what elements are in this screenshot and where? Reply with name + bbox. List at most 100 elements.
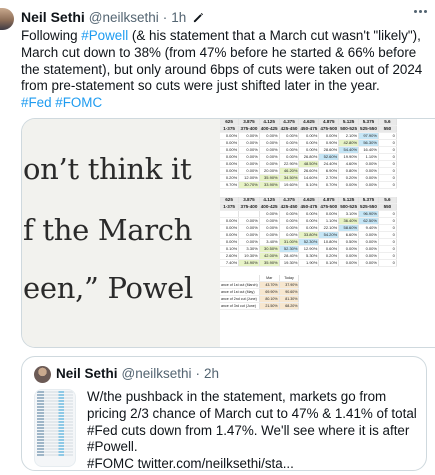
table-cell: 42.00%: [259, 252, 280, 261]
table-row: 0.00% 0.00% 0.00% 0.00% 3.10% 96.90% 0: [220, 210, 397, 219]
table-cell: 4.375: [279, 196, 300, 205]
table-cell: 0.00%: [298, 217, 320, 226]
table-cell: 52.30%: [279, 245, 300, 254]
table-cell: 3.40%: [259, 238, 280, 247]
table-cell: 0.00%: [318, 132, 340, 141]
table-cell: 0.20%: [220, 174, 240, 183]
table-cell: 42.80%: [338, 139, 360, 148]
table-cell: 450-475: [298, 125, 320, 134]
powell-quote-image: on’t think it f the March een,” Powel: [22, 119, 220, 347]
table-cell: 0.00%: [220, 231, 240, 240]
table-row: 0.00% 0.00% 3.40% 31.00% 52.30% 10.80% 0.50% 0.…: [220, 238, 397, 247]
table-cell: 22.90%: [279, 160, 300, 169]
table-cell: 0.10%: [220, 245, 240, 254]
table-cell: 12.90%: [298, 245, 320, 254]
author-handle[interactable]: @neilksethi: [89, 10, 159, 25]
table-cell: 450-475: [298, 203, 320, 212]
thumbnail-row: [37, 400, 73, 402]
table-header-row: 1-375 375-400 400-425 425-450 450-475 475-500…: [220, 125, 397, 134]
table-cell: 0.00%: [358, 174, 379, 183]
tweet-header: Neil Sethi @neilksethi · 1h: [21, 9, 204, 25]
quoted-author-name[interactable]: Neil Sethi: [56, 366, 118, 381]
thumbnail-row: [37, 394, 73, 396]
table-cell: 0: [378, 210, 397, 219]
thumbnail-row: [37, 442, 73, 444]
quoted-author-avatar[interactable]: [34, 366, 51, 383]
summary-row: ance of 1st cut (May) 69.90% 90.60%: [220, 288, 396, 297]
more-options-icon[interactable]: [414, 10, 427, 13]
thumbnail-row: [37, 424, 73, 426]
thumbnail-row: [37, 397, 73, 399]
table-cell: 0.60%: [318, 245, 340, 254]
table-cell: 5.125: [338, 119, 360, 127]
summary-header-cell: Mar: [259, 274, 280, 283]
table-cell: 4.625: [298, 196, 320, 205]
table-cell: 0.90%: [318, 139, 340, 148]
table-cell: 6.60%: [338, 231, 360, 240]
table-cell: 56.30%: [358, 139, 379, 148]
tweet[interactable]: Neil Sethi @neilksethi · 1h Following #P…: [0, 0, 435, 475]
table-row: 2.60% 19.30% 42.00% 28.40% 5.30% 0.20% 0.00% 0.…: [220, 252, 397, 261]
table-cell: 375-400: [238, 125, 260, 134]
table-cell: 5.10%: [298, 181, 320, 190]
table-cell: 0: [378, 231, 397, 240]
tweet-media[interactable]: on’t think it f the March een,” Powel 62…: [21, 118, 435, 348]
author-avatar[interactable]: [0, 8, 14, 30]
table-cell: 0.00%: [338, 245, 360, 254]
table-cell: 0.00%: [358, 167, 379, 176]
summary-value: 81.30%: [279, 295, 300, 304]
rate-probability-spreadsheet: 625 3.875 4.125 4.375 4.625 4.875 5.125 5.375 5.…: [220, 119, 435, 347]
table-cell: 500-525: [338, 125, 360, 134]
table-cell: 0: [378, 139, 397, 148]
timestamp[interactable]: 1h: [171, 10, 186, 25]
table-cell: 6.90%: [318, 167, 340, 176]
table-cell: 36.40%: [338, 217, 360, 226]
table-cell: 34.50%: [279, 174, 300, 183]
table-cell: 0.00%: [298, 224, 320, 233]
author-name[interactable]: Neil Sethi: [21, 9, 85, 25]
table-row: 0.00% 0.00% 0.00% 0.00% 26.80% 52.60% 19.90% 1.…: [220, 153, 397, 162]
table-spacer: [220, 267, 396, 275]
table-cell: 28.40%: [279, 252, 300, 261]
table-cell: 0: [378, 132, 397, 141]
table-cell: 0.80%: [338, 167, 360, 176]
table-cell: 4.875: [318, 119, 340, 127]
table-cell: 0: [378, 167, 397, 176]
table-cell: 475-500: [318, 125, 340, 134]
table-cell: 7.40%: [220, 259, 240, 268]
hashtag-link[interactable]: #Powell: [81, 28, 128, 43]
hashtag-link[interactable]: #Fed: [21, 95, 52, 110]
table-cell: 0.00%: [238, 132, 260, 141]
thumbnail-row: [37, 427, 73, 429]
table-cell: 0.00%: [279, 217, 300, 226]
table-cell: 19.90%: [338, 153, 360, 162]
thumbnail-row: [37, 454, 73, 456]
table-cell: 0: [378, 252, 397, 261]
quoted-tweet[interactable]: Neil Sethi @neilksethi · 2h W/the pushba…: [21, 356, 427, 471]
table-cell: 0.00%: [220, 238, 240, 247]
quoted-author-handle[interactable]: @neilksethi: [122, 366, 192, 381]
table-cell: 0.00%: [238, 139, 260, 148]
quoted-tweet-thumbnail[interactable]: [34, 389, 76, 467]
hashtag-link[interactable]: #FOMC: [55, 95, 102, 110]
quoted-timestamp[interactable]: 2h: [204, 366, 219, 381]
table-cell: 20.00%: [259, 167, 280, 176]
summary-label: ance of 2nd cut (June): [220, 295, 260, 304]
thumbnail-row: [37, 433, 73, 435]
table-row: 0.10% 3.30% 30.50% 52.30% 12.90% 0.60% 0.00% 0.…: [220, 245, 397, 254]
table-header-row: 1-375 375-400 400-425 425-450 450-475 475-500…: [220, 203, 397, 212]
table-cell: 500-525: [338, 203, 360, 212]
table-cell: 30.70%: [238, 181, 260, 190]
table-cell: 0.00%: [220, 224, 240, 233]
table-cell: 0.00%: [298, 132, 320, 141]
table-cell: 0: [378, 153, 397, 162]
table-cell: 9.70%: [220, 181, 240, 190]
edit-icon[interactable]: [193, 12, 204, 23]
summary-label: ance of 1st cut (May): [220, 288, 260, 297]
table-cell: 0.00%: [238, 153, 260, 162]
summary-row: ance of 2nd cut (June) 80.10% 81.30%: [220, 295, 396, 304]
quoted-text-tags: #FOMC twitter.com/neilksethi/sta...: [87, 456, 294, 471]
table-cell: 31.00%: [279, 238, 300, 247]
table-cell: 0.00%: [358, 259, 379, 268]
table-cell: 0.00%: [338, 259, 360, 268]
